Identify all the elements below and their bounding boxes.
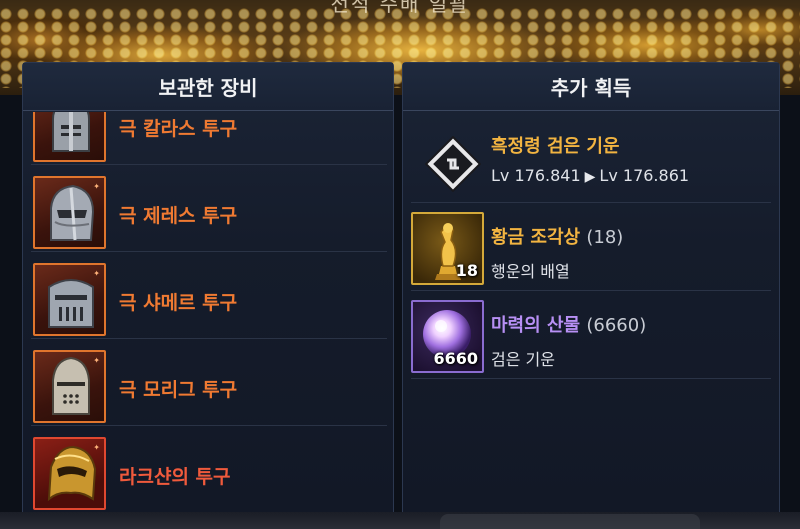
magic-orb-icon: 6660 — [411, 300, 484, 373]
reward-title: 흑정령 검은 기운 — [491, 136, 620, 157]
helmet-gold-icon: ✦ — [33, 437, 106, 510]
helmet-visor-icon — [33, 112, 106, 162]
list-item[interactable]: ✦ 극 모리그 투구 — [31, 339, 387, 426]
reward-row[interactable]: 흑정령 검은 기운 Lv 176.841 ▶ Lv 176.861 — [411, 112, 771, 203]
level-to: Lv 176.861 — [599, 166, 690, 185]
bottom-button-hint — [440, 514, 700, 529]
spirit-rune-icon — [424, 135, 482, 193]
reward-row[interactable]: 6660 마력의 산물 (6660) 검은 기운 — [411, 291, 771, 379]
reward-name: 황금 조각상 — [491, 227, 581, 248]
reward-subtitle: 행운의 배열 — [491, 262, 570, 281]
item-count-badge: 6660 — [433, 349, 478, 368]
additional-acquisition-title: 추가 획득 — [403, 63, 779, 111]
reward-count: (18) — [586, 227, 624, 248]
level-from: Lv 176.841 — [491, 166, 581, 185]
reward-count: (6660) — [586, 315, 647, 336]
stored-equipment-list[interactable]: 극 칼라스 투구 ✦ 극 제레스 투구 ✦ 극 샤메르 투구 ✦ 극 모리그 투… — [31, 112, 387, 517]
list-item[interactable]: ✦ 라크샨의 투구 — [31, 426, 387, 513]
list-item[interactable]: ✦ 극 제레스 투구 — [31, 165, 387, 252]
item-name: 극 샤메르 투구 — [119, 292, 238, 314]
reward-title: 황금 조각상 (18) — [491, 223, 623, 249]
reward-row[interactable]: 18 황금 조각상 (18) 행운의 배열 — [411, 203, 771, 291]
helmet-knight-icon: ✦ — [33, 176, 106, 249]
item-name: 극 모리그 투구 — [119, 379, 238, 401]
list-item[interactable]: ✦ 극 샤메르 투구 — [31, 252, 387, 339]
helmet-bucket-icon: ✦ — [33, 263, 106, 336]
screen-title: 전적 수배 일괄 — [330, 0, 470, 16]
item-name: 라크샨의 투구 — [119, 466, 231, 488]
list-item[interactable]: 극 칼라스 투구 — [31, 112, 387, 165]
reward-subtitle: 검은 기운 — [491, 350, 555, 369]
golden-statue-icon: 18 — [411, 212, 484, 285]
item-name: 극 칼라스 투구 — [119, 118, 238, 140]
stored-equipment-panel: 보관한 장비 극 칼라스 투구 ✦ 극 제레스 투구 ✦ 극 샤메르 투구 ✦ … — [22, 62, 394, 518]
item-count-badge: 18 — [455, 261, 478, 280]
level-change: Lv 176.841 ▶ Lv 176.861 — [491, 166, 689, 185]
reward-name: 마력의 산물 — [491, 315, 581, 336]
reward-title: 마력의 산물 (6660) — [491, 311, 646, 337]
additional-acquisition-panel: 추가 획득 흑정령 검은 기운 Lv 176.841 ▶ Lv 176.861 18 — [402, 62, 780, 518]
arrow-right-icon: ▶ — [584, 169, 596, 185]
item-name: 극 제레스 투구 — [119, 205, 238, 227]
helmet-pointed-icon: ✦ — [33, 350, 106, 423]
stored-equipment-title: 보관한 장비 — [23, 63, 393, 111]
